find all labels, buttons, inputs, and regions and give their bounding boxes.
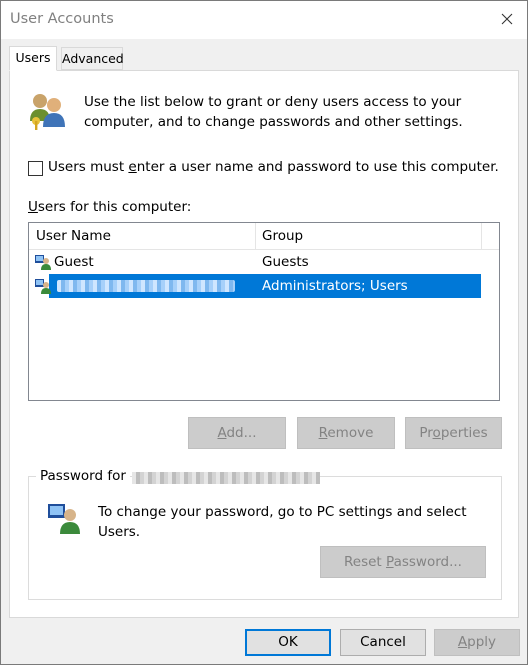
- users-tab-panel: Use the list below to grant or deny user…: [9, 70, 519, 618]
- title-bar: User Accounts: [1, 1, 527, 39]
- column-header-user-name[interactable]: User Name: [29, 223, 255, 249]
- reset-password-button[interactable]: Reset Password...: [320, 546, 486, 578]
- redacted-user-name: [57, 280, 235, 292]
- close-icon: [501, 13, 513, 25]
- require-login-label[interactable]: Users must enter a user name and passwor…: [48, 159, 499, 175]
- cancel-button[interactable]: Cancel: [340, 629, 426, 656]
- user-group-cell: Guests: [262, 254, 309, 270]
- tab-advanced[interactable]: Advanced: [61, 47, 124, 70]
- user-name-cell: Guest: [54, 254, 94, 270]
- user-icon: [35, 255, 51, 270]
- users-list[interactable]: User Name Group Guest Guests Administrat…: [28, 222, 500, 401]
- tab-users[interactable]: Users: [9, 46, 57, 71]
- user-accounts-window: User Accounts Users Advanced Use the lis…: [0, 0, 528, 665]
- add-button[interactable]: Add...: [188, 417, 286, 449]
- remove-button[interactable]: Remove: [297, 417, 395, 449]
- window-title: User Accounts: [10, 11, 114, 27]
- ok-button[interactable]: OK: [245, 629, 331, 656]
- require-login-checkbox[interactable]: [28, 161, 43, 176]
- redacted-account-name: [132, 472, 320, 484]
- intro-text: Use the list below to grant or deny user…: [84, 94, 463, 130]
- properties-button[interactable]: Properties: [405, 417, 502, 449]
- user-password-icon: [48, 504, 80, 534]
- column-header-group[interactable]: Group: [255, 223, 481, 249]
- close-button[interactable]: [497, 9, 517, 29]
- password-group-legend: Password for: [36, 468, 130, 484]
- users-icon: [30, 94, 65, 130]
- user-icon: [35, 279, 51, 294]
- users-list-label: Users for this computer:: [28, 199, 192, 215]
- list-header: User Name Group: [29, 223, 499, 250]
- list-item-selected-user[interactable]: Administrators; Users: [49, 274, 481, 298]
- apply-button[interactable]: Apply: [434, 629, 520, 656]
- list-item-guest[interactable]: Guest Guests: [29, 250, 481, 274]
- password-instructions: To change your password, go to PC settin…: [98, 504, 467, 540]
- user-group-cell: Administrators; Users: [262, 278, 408, 294]
